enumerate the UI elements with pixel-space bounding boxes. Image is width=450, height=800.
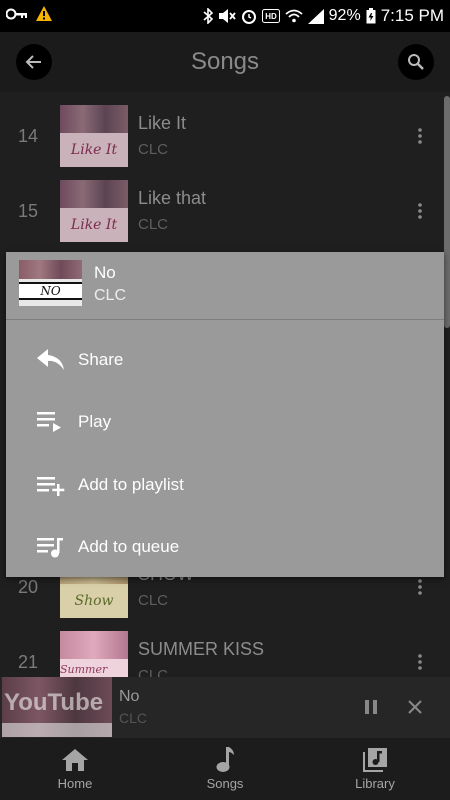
pause-icon [365,700,377,714]
song-title: SUMMER KISS [138,639,265,659]
more-vert-icon[interactable] [410,651,430,673]
back-button[interactable] [16,44,52,80]
menu-item-label: Play [78,412,112,431]
thumbnail-caption: Like It [60,207,128,242]
app-header: Songs [0,32,450,92]
search-icon [408,54,424,70]
thumbnail-caption: Like It [60,132,128,167]
library-music-icon [363,747,387,773]
more-vert-icon[interactable] [410,125,430,147]
hd-icon: HD [261,9,280,23]
song-artist: CLC [138,141,169,158]
now-playing-title: No [119,688,140,705]
alarm-icon [241,8,257,24]
song-artist: CLC [138,216,169,233]
list-item[interactable]: 21 Summer Kiss SUMMER KISS CLC [0,625,450,677]
menu-song-title: No [94,263,116,282]
nav-label: Library [355,776,395,791]
menu-song-artist: CLC [94,287,127,304]
more-vert-icon[interactable] [410,200,430,222]
list-item[interactable]: 14 Like It Like It CLC [0,99,450,174]
close-button[interactable] [404,696,426,718]
svg-text:HD: HD [265,12,277,21]
album-thumbnail: Summer Kiss [60,631,128,677]
thumbnail-caption: Summer Kiss [60,658,128,677]
album-thumbnail: NO [19,260,82,306]
now-playing-artist: CLC [119,710,148,726]
nav-home[interactable]: Home [0,738,150,800]
playlist-add-icon [36,472,66,498]
menu-item-label: Add to playlist [78,475,184,494]
page-title: Songs [190,48,260,75]
song-artist: CLC [138,667,169,677]
nav-label: Songs [206,776,244,791]
more-vert-icon[interactable] [410,576,430,598]
mute-icon [218,8,236,24]
scrollbar-thumb[interactable] [444,96,450,328]
song-title: Like that [138,188,207,208]
album-thumbnail: Like It [60,105,128,167]
search-button[interactable] [398,44,434,80]
song-context-menu: NO No CLC Share Play Add to playlist Add… [6,252,444,577]
list-item[interactable]: 15 Like It Like that CLC [0,174,450,249]
thumbnail-caption: Show [60,583,128,618]
home-icon [62,747,88,773]
nav-library[interactable]: Library [300,738,450,800]
battery-percent: 92% [328,7,361,24]
track-number: 15 [17,201,39,221]
nav-label: Home [57,776,93,791]
key-icon [5,7,28,25]
menu-item-share[interactable]: Share [6,329,444,391]
track-number: 21 [17,652,39,672]
album-thumbnail: Like It [60,180,128,242]
close-icon [408,700,422,714]
thumbnail-watermark: YouTube [4,689,104,716]
arrow-left-icon [25,55,41,69]
track-number: 14 [17,126,39,146]
status-bar: HD 92% 7:15 PM [0,0,450,32]
signal-icon [307,8,324,24]
mini-player[interactable]: YouTube No CLC [0,677,450,738]
queue-music-icon [36,534,66,560]
menu-item-add-to-queue[interactable]: Add to queue [6,516,444,578]
now-playing-thumbnail: YouTube [2,677,112,737]
thumbnail-caption: NO [19,282,82,300]
bluetooth-icon [203,8,213,24]
song-title: Like It [138,113,187,133]
song-artist: CLC [138,592,169,609]
clock: 7:15 PM [380,6,444,25]
menu-song-header: NO No CLC [6,252,444,320]
menu-item-add-to-playlist[interactable]: Add to playlist [6,454,444,516]
share-icon [36,347,66,373]
bottom-nav: Home Songs Library [0,738,450,800]
menu-item-label: Share [78,350,124,369]
menu-item-play[interactable]: Play [6,391,444,453]
warning-icon [36,6,52,26]
pause-button[interactable] [360,696,382,718]
wifi-icon [285,9,303,23]
battery-icon [366,8,376,24]
nav-songs[interactable]: Songs [150,738,300,800]
menu-item-label: Add to queue [78,537,180,556]
music-note-icon [215,747,235,773]
play-queue-icon [36,409,66,435]
